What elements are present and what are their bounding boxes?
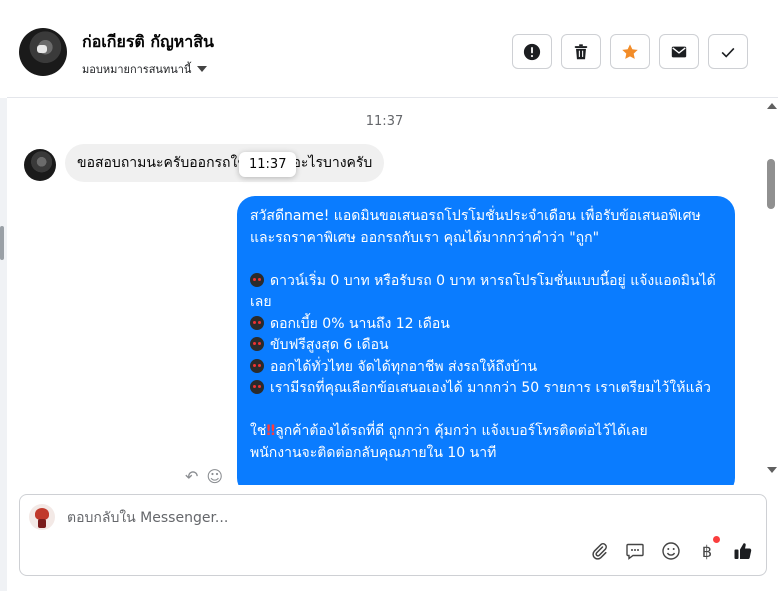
mail-icon xyxy=(671,46,687,57)
saved-reply-button[interactable] xyxy=(624,540,646,562)
scrollbar-thumb[interactable] xyxy=(767,159,775,209)
info-button[interactable] xyxy=(512,34,552,69)
message-closing-line2: พนักงานจะติดต่อกลับคุณภายใน 10 นาที xyxy=(250,444,497,461)
mark-done-button[interactable] xyxy=(708,34,748,69)
message-bullet: ออกได้ทั่วไทย จัดได้ทุกอาชีพ ส่งรถให้ถึง… xyxy=(250,357,723,379)
scroll-down-icon[interactable] xyxy=(767,467,777,473)
notification-dot xyxy=(713,536,720,543)
reply-icon[interactable]: ↶ xyxy=(185,467,198,485)
check-icon xyxy=(721,47,735,58)
message-greeting: สวัสดีname! แอดมินขอเสนอรถโปรโมชั่นประจำ… xyxy=(250,208,701,246)
conversation-header: ก่อเกียรติ กัญหาสิน มอบหมายการสนทนานี้ xyxy=(7,0,778,98)
outgoing-message-bubble[interactable]: สวัสดีname! แอดมินขอเสนอรถโปรโมชั่นประจำ… xyxy=(237,196,735,485)
message-bullet: ขับฟรีสูงสุด 6 เดือน xyxy=(250,335,723,357)
message-closing: ใช่‼ลูกค้าต้องได้รถที่ดี ถูกกว่า คุ้มกว่… xyxy=(250,423,648,439)
react-icon[interactable]: ☺ xyxy=(206,467,223,485)
assign-conversation-dropdown[interactable]: มอบหมายการสนทนานี้ xyxy=(82,60,208,78)
double-exclamation-icon: ‼ xyxy=(266,423,276,439)
left-scrollbar-thumb[interactable] xyxy=(0,226,4,260)
message-bullet: ดาวน์เริ่ม 0 บาท หรือรับรถ 0 บาท หารถโปร… xyxy=(250,272,716,310)
left-panel-edge xyxy=(0,98,7,591)
thread-scrollbar[interactable] xyxy=(764,99,778,485)
baht-icon: ฿ xyxy=(701,541,713,561)
header-toolbar xyxy=(512,34,748,69)
delete-button[interactable] xyxy=(561,34,601,69)
emoji-button[interactable] xyxy=(660,540,682,562)
reply-composer: ฿ xyxy=(19,494,767,576)
mail-button[interactable] xyxy=(659,34,699,69)
scroll-up-icon[interactable] xyxy=(767,103,777,109)
info-icon xyxy=(523,43,541,60)
attach-button[interactable] xyxy=(588,540,610,562)
emoji-icon xyxy=(662,542,680,560)
contact-avatar[interactable] xyxy=(19,28,67,76)
sender-avatar xyxy=(24,149,56,181)
paperclip-icon xyxy=(592,543,607,560)
message-thread: 11:37 ขอสอบถามนะครับออกรถใช้เอกสารอะไรบา… xyxy=(7,99,762,485)
message-bullet: ดอกเบี้ย 0% นานถึง 12 เดือน xyxy=(250,314,723,336)
assign-label: มอบหมายการสนทนานี้ xyxy=(82,63,192,76)
car-emoji-icon xyxy=(250,358,264,373)
contact-name[interactable]: ก่อเกียรติ กัญหาสิน xyxy=(82,30,214,55)
inbox-conversation-view: ก่อเกียรติ กัญหาสิน มอบหมายการสนทนานี้ 1… xyxy=(0,0,778,591)
trash-icon xyxy=(574,43,588,59)
star-icon xyxy=(622,43,638,59)
car-emoji-icon xyxy=(250,315,264,330)
message-actions: ↶ ☺ xyxy=(185,467,223,485)
caret-down-icon xyxy=(197,66,208,72)
payment-button[interactable]: ฿ xyxy=(696,536,720,562)
composer-toolbar: ฿ xyxy=(588,536,754,562)
page-avatar xyxy=(29,504,55,530)
incoming-message-bubble[interactable]: ขอสอบถามนะครับออกรถใช้เอกสารอะไรบางครับ xyxy=(65,144,385,182)
like-button[interactable] xyxy=(732,540,754,562)
car-emoji-icon xyxy=(250,337,264,351)
thumbs-up-icon xyxy=(734,543,752,559)
saved-reply-icon xyxy=(626,543,644,560)
car-emoji-icon xyxy=(250,272,264,287)
reply-input[interactable] xyxy=(67,507,727,529)
message-timestamp: 11:37 xyxy=(365,114,404,129)
star-button[interactable] xyxy=(610,34,650,69)
time-tooltip: 11:37 xyxy=(239,152,297,177)
car-emoji-icon xyxy=(250,380,264,394)
message-bullet: เรามีรถที่คุณเลือกข้อเสนอเองได้ มากกว่า … xyxy=(250,378,723,400)
